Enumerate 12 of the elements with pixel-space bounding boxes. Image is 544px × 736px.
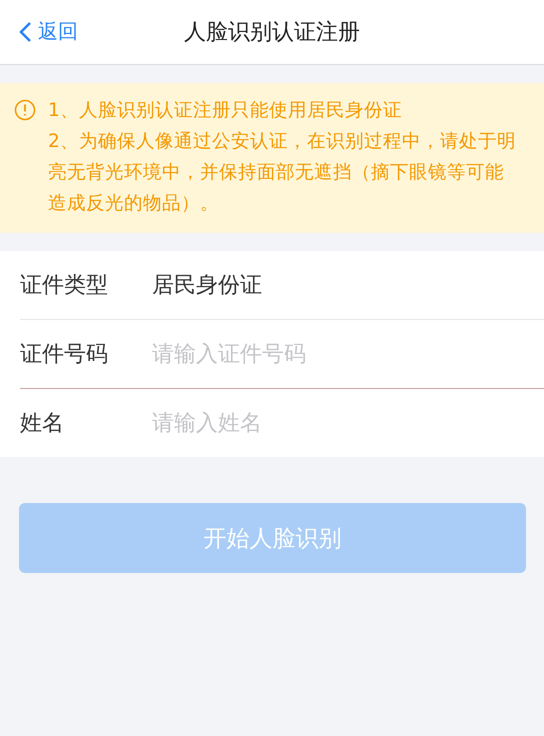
notice-text: 2、为确保人像通过公安认证，在识别过程中，请处于明亮无背光环境中，并保持面部无遮挡（摘下眼镜等可能造成反光的物品）。 xyxy=(48,130,517,216)
notice-text: 1、人脸识别认证注册只能使用居民身份证 xyxy=(48,99,403,123)
input-field[interactable]: 请输入证件号码 xyxy=(152,342,492,366)
warning-icon xyxy=(14,99,36,121)
field-value[interactable]: 居民身份证 xyxy=(152,270,262,300)
back-icon xyxy=(18,20,32,42)
field-label: 证件类型 xyxy=(20,272,109,300)
field-label: 证件号码 xyxy=(20,341,109,369)
field-label: 姓名 xyxy=(20,410,65,438)
back-button[interactable]: 返回 xyxy=(18,18,78,45)
page-title: 人脸识别认证注册 xyxy=(184,19,360,47)
input-field[interactable]: 请输入姓名 xyxy=(152,410,492,436)
